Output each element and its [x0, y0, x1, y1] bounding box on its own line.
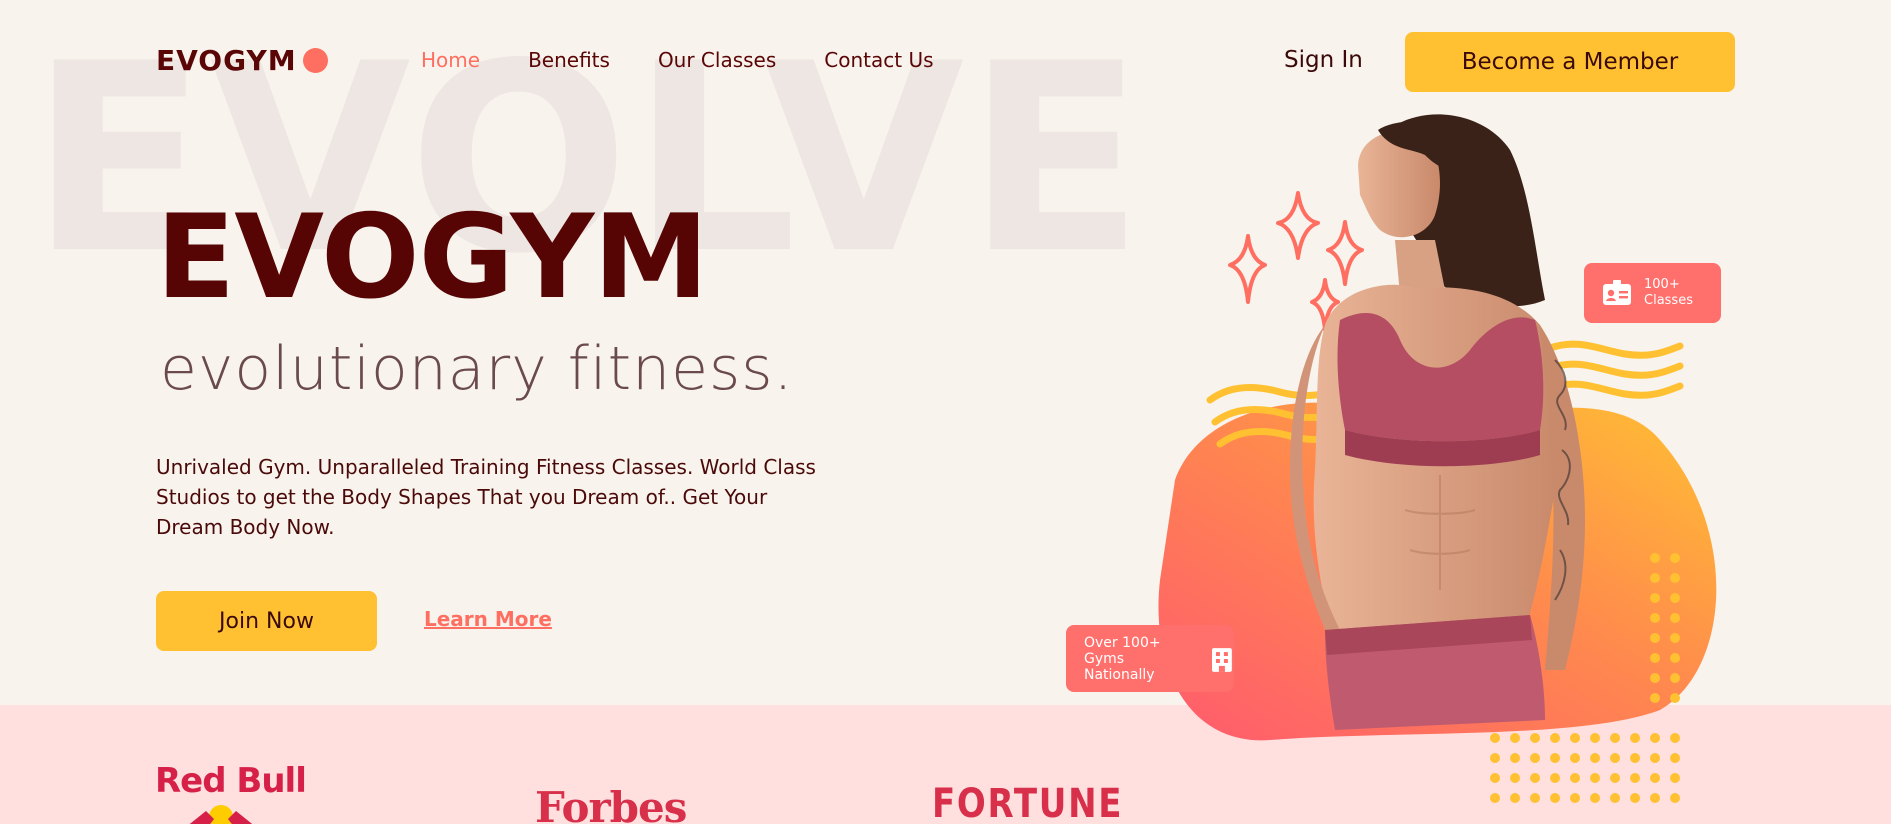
nav-links: Home Benefits Our Classes Contact Us: [421, 48, 934, 72]
classes-badge-text: 100+ Classes: [1644, 277, 1693, 308]
hero-title: EVOGYM: [156, 190, 709, 325]
logo-text: EVOGYM: [156, 44, 297, 77]
hero-subtitle: evolutionary fitness.: [160, 334, 794, 404]
classes-badge: 100+ Classes: [1584, 263, 1721, 323]
redbull-bulls-icon: [189, 805, 253, 824]
hero-description: Unrivaled Gym. Unparalleled Training Fit…: [156, 455, 816, 539]
sponsor-redbull-logo: Red Bull: [155, 761, 307, 801]
logo-dot-icon: [302, 48, 328, 73]
building-icon: [1212, 647, 1233, 672]
logo[interactable]: EVOGYM: [156, 44, 328, 77]
learn-more-link[interactable]: Learn More: [424, 607, 552, 631]
nav-link-benefits[interactable]: Benefits: [528, 48, 610, 72]
nav-link-contact-us[interactable]: Contact Us: [824, 48, 933, 72]
gyms-badge: Over 100+ Gyms Nationally: [1066, 625, 1234, 692]
hero-graphic: [1158, 114, 1717, 803]
sign-in-link[interactable]: Sign In: [1284, 47, 1363, 73]
become-member-button[interactable]: Become a Member: [1405, 32, 1735, 92]
navbar: EVOGYM Home Benefits Our Classes Contact…: [0, 0, 1891, 124]
gyms-badge-text: Over 100+ Gyms Nationally: [1084, 634, 1161, 683]
nav-link-home[interactable]: Home: [421, 48, 480, 72]
nav-link-our-classes[interactable]: Our Classes: [658, 48, 776, 72]
id-card-icon: [1603, 280, 1631, 305]
sponsor-forbes-logo: Forbes: [535, 783, 687, 824]
join-now-button[interactable]: Join Now: [156, 591, 377, 651]
